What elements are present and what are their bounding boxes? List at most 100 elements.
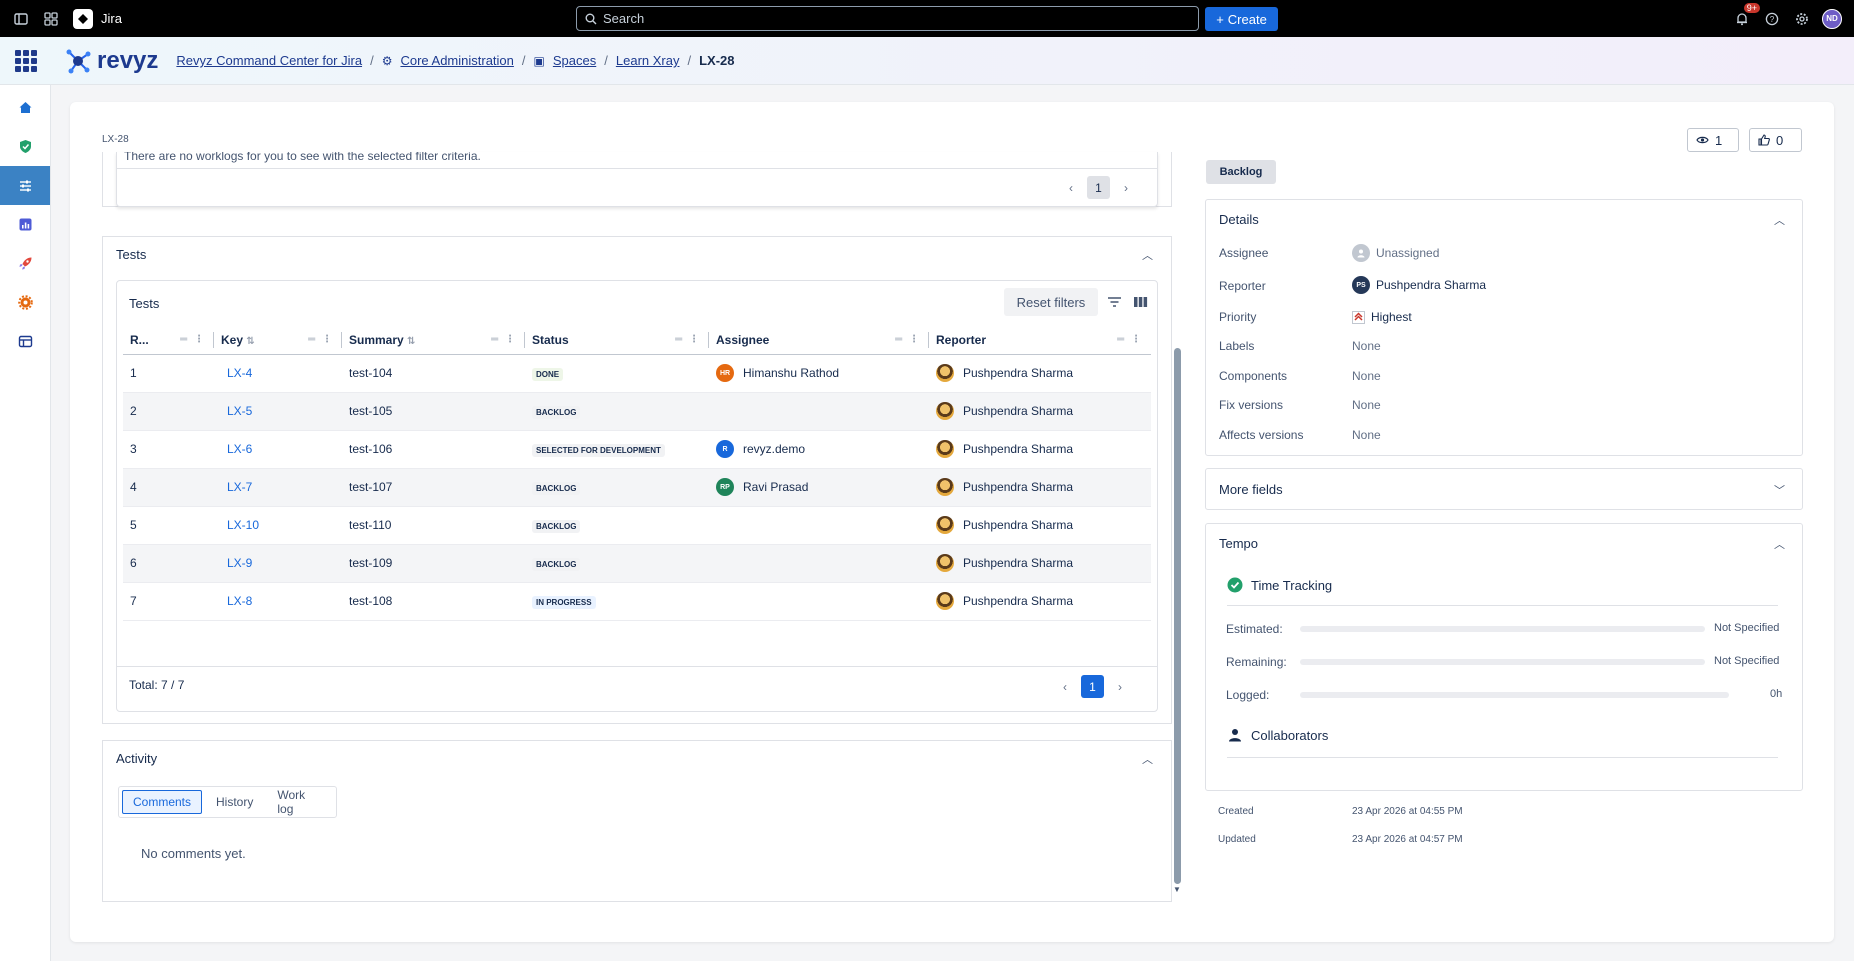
column-header-rank[interactable]: R... ═ ⋮ <box>123 326 214 355</box>
tests-page-number[interactable]: 1 <box>1081 675 1104 698</box>
rank-cell: 3 <box>123 430 214 469</box>
issue-key-link[interactable]: LX-5 <box>227 404 252 418</box>
jira-logo-icon <box>73 8 93 29</box>
sidebar-item-home[interactable] <box>0 88 50 127</box>
breadcrumb: Revyz Command Center for Jira / ⚙ Core A… <box>176 53 734 68</box>
breadcrumb-learn-xray[interactable]: Learn Xray <box>616 53 680 68</box>
assignee-field[interactable]: Unassigned <box>1352 244 1439 262</box>
table-row[interactable]: 5 LX-10 test-110 BACKLOG Pushpendra Shar… <box>123 506 1151 545</box>
spaces-icon: ▣ <box>533 53 545 68</box>
table-row[interactable]: 2 LX-5 test-105 BACKLOG Pushpendra Sharm… <box>123 392 1151 431</box>
sidebar-item-launch[interactable] <box>0 244 50 283</box>
details-panel-title: Details <box>1219 212 1259 227</box>
column-header-summary[interactable]: Summary ⇅ ═ ⋮ <box>342 326 525 355</box>
remaining-value: Not Specified <box>1714 655 1780 667</box>
sidebar-item-table[interactable] <box>0 322 50 361</box>
revyz-logo[interactable]: revyz <box>63 46 158 76</box>
issue-key-link[interactable]: LX-9 <box>227 556 252 570</box>
breadcrumb-spaces[interactable]: Spaces <box>553 53 596 68</box>
chevron-right-icon[interactable]: › <box>1118 680 1122 694</box>
notifications-button[interactable]: 9+ <box>1732 2 1760 29</box>
reporter-name: Pushpendra Sharma <box>963 404 1074 418</box>
sidebar-item-reports[interactable] <box>0 205 50 244</box>
issue-key-link[interactable]: LX-4 <box>227 366 252 380</box>
table-row[interactable]: 6 LX-9 test-109 BACKLOG Pushpendra Sharm… <box>123 544 1151 583</box>
main-scrollbar[interactable] <box>1174 348 1181 884</box>
chart-icon <box>19 218 31 231</box>
sidebar-toggle-icon[interactable] <box>11 9 31 29</box>
column-header-key[interactable]: Key ⇅ ═ ⋮ <box>214 326 342 355</box>
reporter-field[interactable]: PS Pushpendra Sharma <box>1352 276 1486 294</box>
breadcrumb-separator: / <box>687 53 692 68</box>
app-header: revyz Revyz Command Center for Jira / ⚙ … <box>0 37 1854 85</box>
chevron-up-icon[interactable]: ︿ <box>1142 751 1153 767</box>
issue-key-link[interactable]: LX-10 <box>227 518 259 532</box>
issue-key-link[interactable]: LX-6 <box>227 442 252 456</box>
column-header-assignee[interactable]: Assignee ═ ⋮ <box>709 326 929 355</box>
chevron-left-icon[interactable]: ‹ <box>1069 181 1073 195</box>
priority-highest-icon <box>1352 310 1365 324</box>
tab-history[interactable]: History <box>206 790 263 814</box>
status-lozenge: BACKLOG <box>532 405 581 419</box>
brand-name: revyz <box>97 46 159 74</box>
labels-field[interactable]: None <box>1352 339 1381 353</box>
logged-value: 0h <box>1770 688 1783 700</box>
create-button[interactable]: + Create <box>1205 7 1278 31</box>
reporter-name: Pushpendra Sharma <box>963 442 1074 456</box>
status-button[interactable]: Backlog <box>1206 160 1276 184</box>
chevron-up-icon[interactable]: ︿ <box>1142 247 1153 263</box>
scroll-down-icon[interactable]: ▼ <box>1173 885 1181 894</box>
status-lozenge: DONE <box>532 367 564 381</box>
table-row[interactable]: 3 LX-6 test-106 SELECTED FOR DEVELOPMENT… <box>123 430 1151 469</box>
reset-filters-button[interactable]: Reset filters <box>1004 288 1098 316</box>
search-input[interactable]: Search <box>576 6 1199 31</box>
issue-key-link[interactable]: LX-8 <box>227 594 252 608</box>
app-menu-button[interactable] <box>0 49 51 72</box>
column-header-reporter[interactable]: Reporter ═ ⋮ <box>929 326 1151 355</box>
table-row[interactable]: 4 LX-7 test-107 BACKLOG RP Ravi Prasad Pu… <box>123 468 1151 507</box>
chevron-left-icon[interactable]: ‹ <box>1063 680 1067 694</box>
activity-panel-title: Activity <box>116 751 158 766</box>
breadcrumb-separator: / <box>604 53 608 68</box>
votes-button[interactable]: 0 <box>1749 128 1802 152</box>
table-row[interactable]: 1 LX-4 test-104 DONE HR Himanshu Rathod P… <box>123 354 1151 393</box>
columns-icon[interactable] <box>1133 296 1148 311</box>
jira-home-link[interactable]: Jira <box>73 8 122 29</box>
create-label: Create <box>1227 11 1267 27</box>
sidebar-item-settings[interactable] <box>0 283 50 322</box>
affects-versions-field[interactable]: None <box>1352 428 1381 442</box>
priority-field[interactable]: Highest <box>1352 310 1412 324</box>
help-button[interactable]: ? <box>1762 9 1782 29</box>
filter-icon[interactable] <box>1107 296 1122 311</box>
table-row[interactable]: 7 LX-8 test-108 IN PROGRESS Pushpendra S… <box>123 582 1151 621</box>
worklog-page-number[interactable]: 1 <box>1087 176 1110 199</box>
sidebar-item-security[interactable] <box>0 127 50 166</box>
issue-key-link[interactable]: LX-7 <box>227 480 252 494</box>
table-header-row: R... ═ ⋮ Key ⇅ ═ ⋮ Summary ⇅ ═ ⋮ Status ═ ⋮ … <box>123 326 1151 355</box>
app-switcher-icon[interactable] <box>41 9 61 29</box>
estimated-label: Estimated: <box>1226 622 1283 636</box>
avatar: RP <box>716 478 734 496</box>
rank-cell: 1 <box>123 354 214 393</box>
tab-work-log[interactable]: Work log <box>267 788 333 816</box>
chevron-up-icon[interactable]: ︿ <box>1774 212 1785 228</box>
breadcrumb-core-administration[interactable]: Core Administration <box>400 53 513 68</box>
fix-versions-field[interactable]: None <box>1352 398 1381 412</box>
assignee-cell <box>709 544 929 583</box>
watchers-button[interactable]: 1 <box>1687 128 1739 152</box>
rank-cell: 2 <box>123 392 214 431</box>
user-avatar[interactable]: ND <box>1822 8 1842 29</box>
chevron-right-icon[interactable]: › <box>1124 181 1128 195</box>
more-fields-panel[interactable] <box>1205 468 1803 510</box>
components-field[interactable]: None <box>1352 369 1381 383</box>
chevron-down-icon[interactable]: ﹀ <box>1774 482 1785 498</box>
chevron-up-icon[interactable]: ︿ <box>1774 536 1785 552</box>
sidebar-item-administration[interactable] <box>0 166 50 205</box>
tab-comments[interactable]: Comments <box>122 790 203 814</box>
plus-icon: + <box>1216 11 1224 27</box>
column-header-status[interactable]: Status ═ ⋮ <box>525 326 709 355</box>
breadcrumb-command-center[interactable]: Revyz Command Center for Jira <box>176 53 362 68</box>
tests-table-title: Tests <box>129 296 160 311</box>
field-label: Reporter <box>1219 279 1266 293</box>
settings-button[interactable] <box>1792 9 1812 29</box>
